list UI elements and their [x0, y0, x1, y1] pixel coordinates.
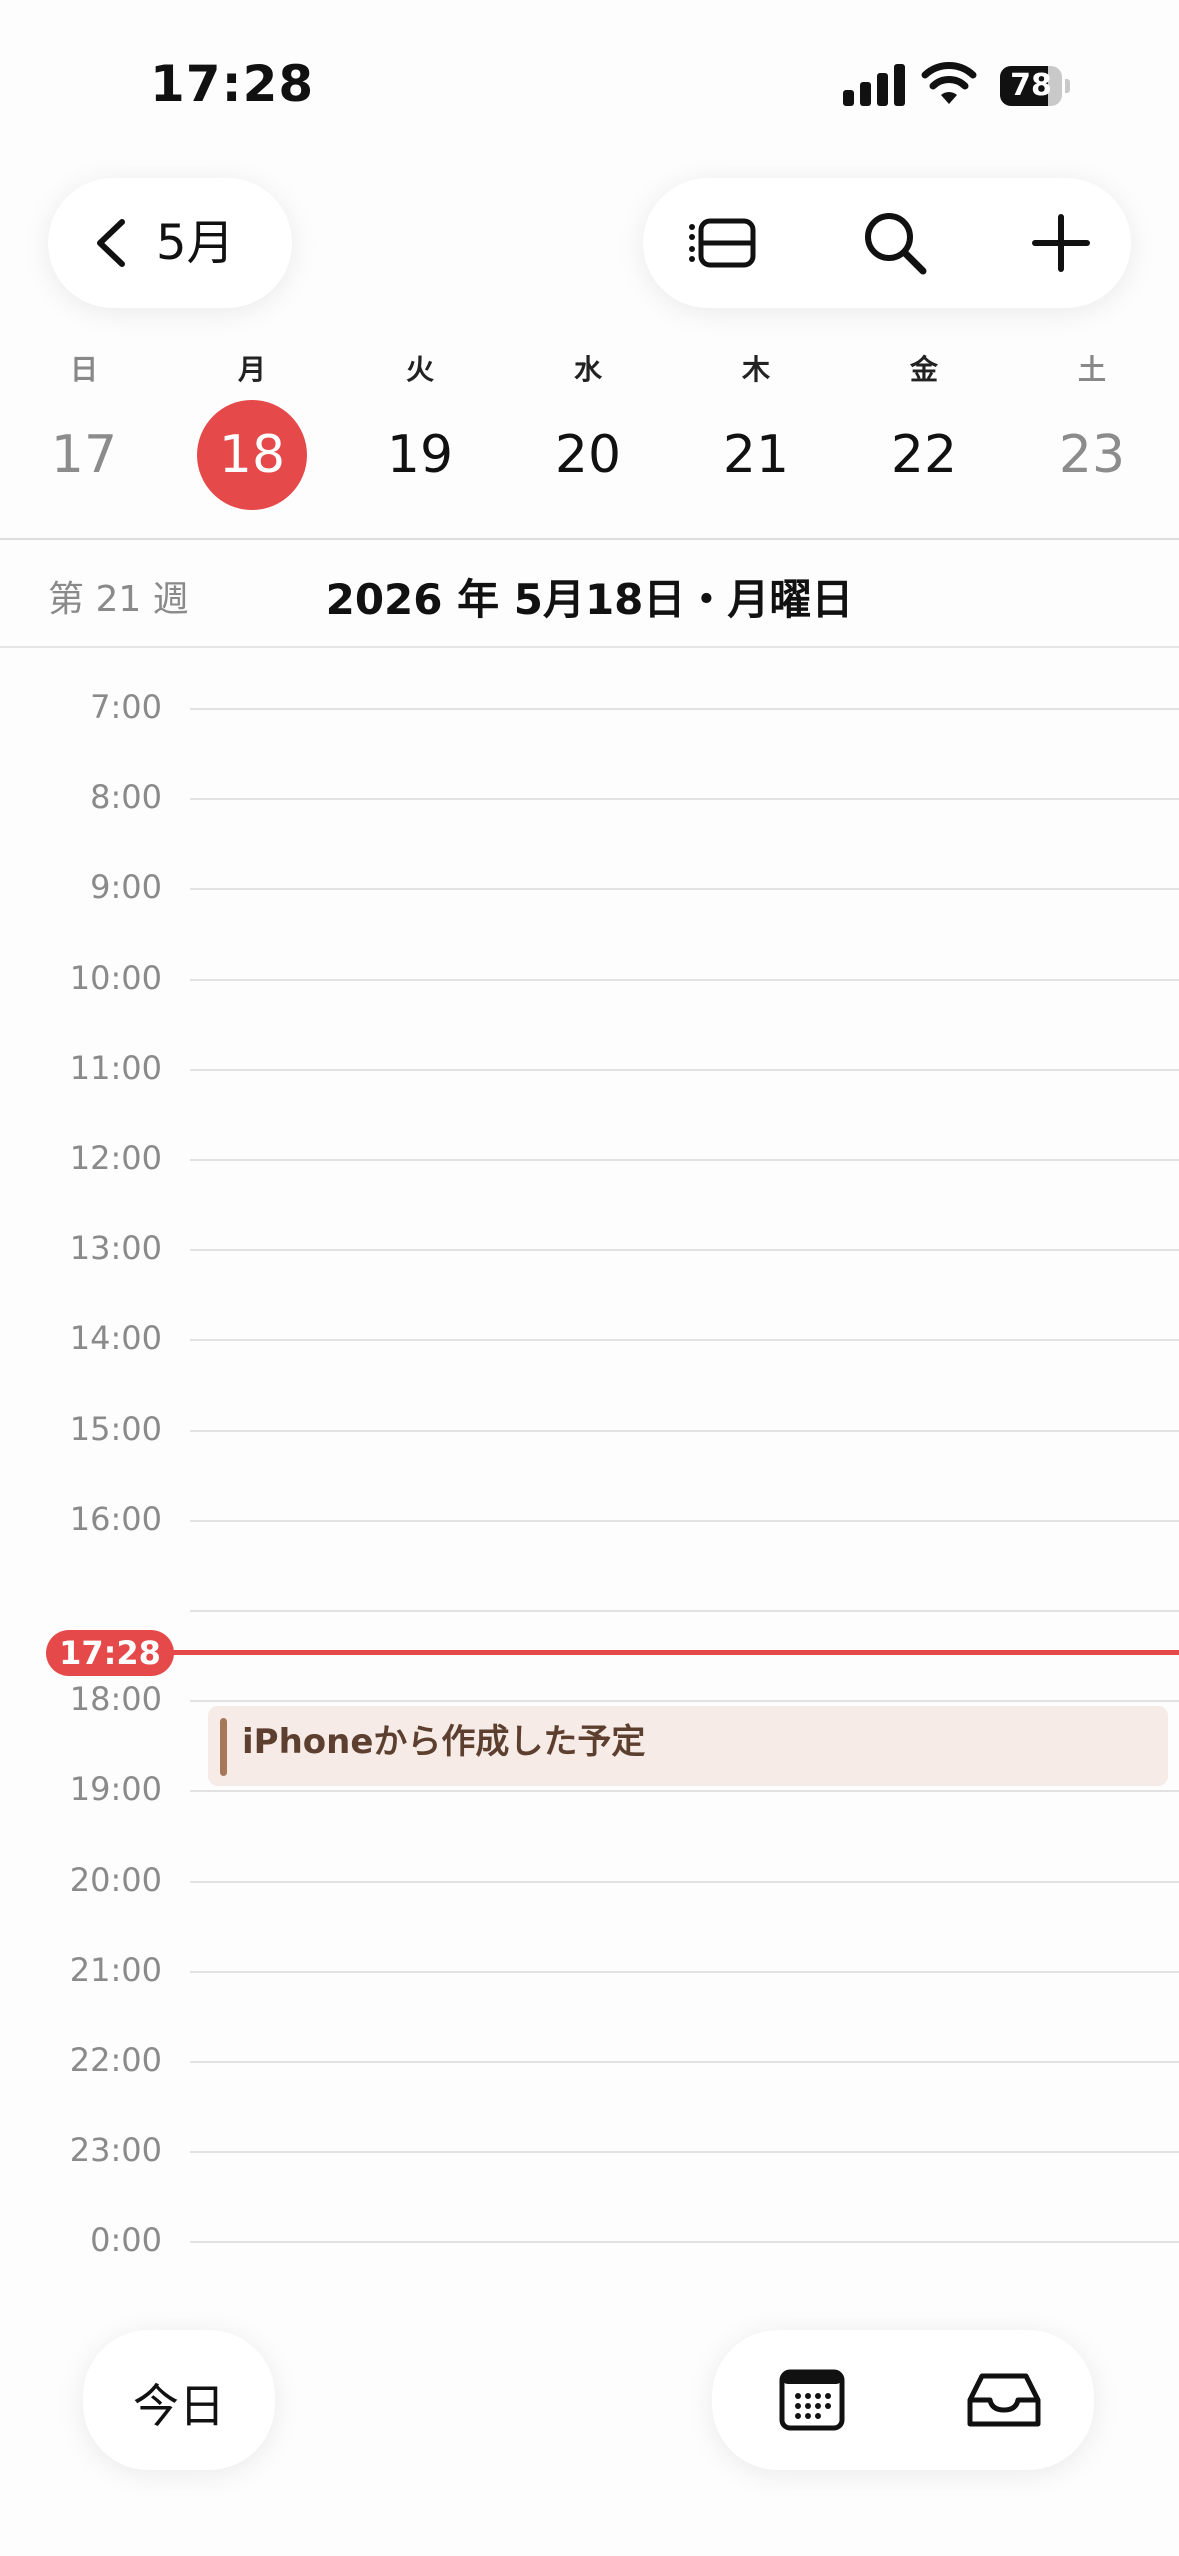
hour-gridline	[190, 1971, 1179, 1973]
today-label: 今日	[133, 2379, 225, 2433]
calendar-grid-icon	[779, 2369, 845, 2431]
selected-date-title: 2026 年 5月18日・月曜日	[325, 575, 854, 624]
battery-percent: 78	[1010, 68, 1052, 103]
hour-label: 22:00	[69, 2041, 162, 2079]
hour-gridline	[190, 1159, 1179, 1161]
hour-gridline	[190, 1610, 1179, 1612]
current-time-line	[160, 1650, 1179, 1655]
hour-gridline	[190, 1520, 1179, 1522]
chevron-left-icon	[97, 219, 125, 267]
hour-label: 12:00	[69, 1139, 162, 1177]
header-toolbar	[643, 178, 1131, 308]
event-block[interactable]: iPhoneから作成した予定	[208, 1706, 1168, 1786]
event-color-bar	[220, 1718, 227, 1776]
hour-gridline	[190, 1790, 1179, 1792]
hour-gridline	[190, 979, 1179, 981]
hour-label: 18:00	[69, 1680, 162, 1718]
hour-gridline	[190, 1069, 1179, 1071]
battery-icon: 78	[1000, 66, 1072, 106]
hour-label: 19:00	[69, 1770, 162, 1808]
cellular-signal-icon	[843, 62, 907, 106]
hour-gridline	[190, 1700, 1179, 1702]
weekday-label: 日	[69, 353, 98, 386]
bottom-toolbar	[712, 2330, 1094, 2470]
day-cell[interactable]: 19	[365, 400, 475, 510]
hour-gridline	[190, 798, 1179, 800]
hour-label: 16:00	[69, 1500, 162, 1538]
month-label: 5月	[156, 215, 235, 271]
divider	[0, 646, 1179, 648]
hour-label: 10:00	[69, 959, 162, 997]
hour-gridline	[190, 1881, 1179, 1883]
day-cell[interactable]: 23	[1037, 400, 1147, 510]
hour-gridline	[190, 708, 1179, 710]
day-cell[interactable]: 22	[869, 400, 979, 510]
day-cell[interactable]: 21	[701, 400, 811, 510]
day-cell-selected[interactable]: 18	[197, 400, 307, 510]
wifi-icon	[921, 62, 977, 104]
status-time: 17:28	[150, 55, 315, 113]
divider	[0, 538, 1179, 540]
hour-label: 23:00	[69, 2131, 162, 2169]
hour-label: 21:00	[69, 1951, 162, 1989]
hour-gridline	[190, 2061, 1179, 2063]
day-cell[interactable]: 17	[29, 400, 139, 510]
view-mode-button[interactable]	[683, 203, 763, 283]
weekday-label: 金	[909, 353, 938, 386]
current-time-badge: 17:28	[46, 1630, 174, 1676]
event-title: iPhoneから作成した予定	[242, 1722, 646, 1762]
hour-gridline	[190, 1339, 1179, 1341]
hour-label: 15:00	[69, 1410, 162, 1448]
weekday-label: 月	[237, 353, 266, 386]
calendars-button[interactable]	[772, 2360, 852, 2440]
weekday-label: 火	[405, 353, 434, 386]
today-button[interactable]: 今日	[83, 2330, 275, 2470]
hour-label: 0:00	[90, 2221, 162, 2259]
add-event-button[interactable]	[1021, 203, 1101, 283]
hour-label: 8:00	[90, 778, 162, 816]
hour-label: 14:00	[69, 1319, 162, 1357]
hour-gridline	[190, 2241, 1179, 2243]
hour-label: 11:00	[69, 1049, 162, 1087]
inbox-button[interactable]	[964, 2360, 1044, 2440]
weekday-label: 木	[741, 353, 770, 386]
hour-label: 13:00	[69, 1229, 162, 1267]
inbox-tray-icon	[967, 2373, 1041, 2427]
hour-gridline	[190, 888, 1179, 890]
hour-label: 7:00	[90, 688, 162, 726]
day-cell[interactable]: 20	[533, 400, 643, 510]
hour-gridline	[190, 1430, 1179, 1432]
hour-gridline	[190, 1249, 1179, 1251]
weekday-label: 水	[573, 353, 602, 386]
list-view-icon	[689, 218, 756, 268]
plus-icon	[1032, 214, 1090, 272]
weekday-label: 土	[1077, 353, 1106, 386]
hour-label: 20:00	[69, 1861, 162, 1899]
hour-label: 9:00	[90, 868, 162, 906]
search-button[interactable]	[855, 203, 935, 283]
search-icon	[865, 213, 927, 275]
hour-gridline	[190, 2151, 1179, 2153]
back-to-month-button[interactable]: 5月	[48, 178, 292, 308]
